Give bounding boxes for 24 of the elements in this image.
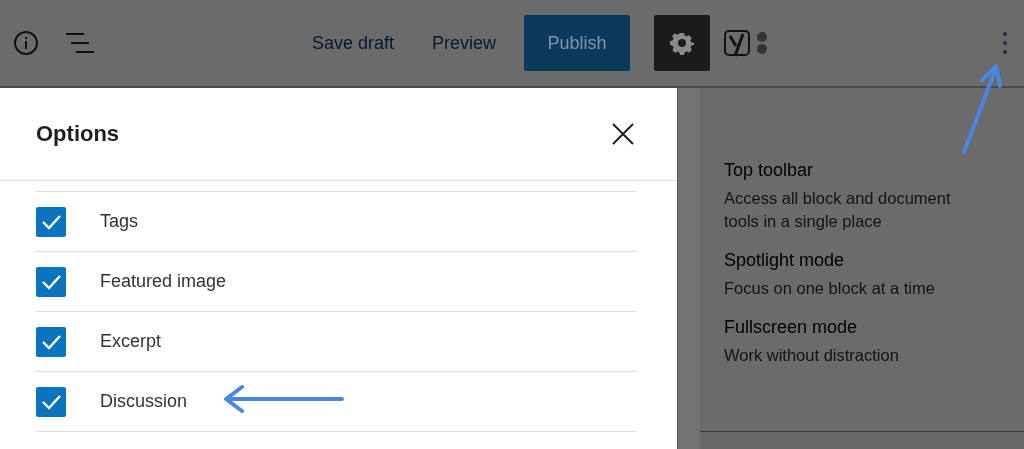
gear-icon <box>670 31 695 55</box>
menu-item[interactable]: Top toolbar <box>724 160 956 181</box>
checkbox[interactable] <box>36 266 66 297</box>
toolbar-link[interactable]: Preview <box>432 32 497 54</box>
list-view-icon[interactable] <box>66 32 94 54</box>
checkbox[interactable] <box>36 326 66 357</box>
close-icon[interactable] <box>611 122 635 146</box>
dialog-title: Options <box>36 121 120 147</box>
option-label[interactable]: Featured image <box>100 271 227 292</box>
menu-item-description: Work without distraction <box>724 345 900 366</box>
toolbar-link[interactable]: Save draft <box>312 32 395 54</box>
checkbox[interactable] <box>36 206 66 237</box>
publish-button[interactable]: Publish <box>524 15 631 71</box>
more-options-icon[interactable] <box>1002 31 1008 55</box>
option-label[interactable]: Tags <box>100 211 139 232</box>
info-icon[interactable] <box>12 29 40 57</box>
menu-item[interactable]: Fullscreen mode <box>724 317 956 338</box>
menu-item-description: Access all block and document tools in a single place <box>724 188 952 232</box>
option-label[interactable]: Discussion <box>100 391 188 412</box>
option-label[interactable]: Excerpt <box>100 331 162 352</box>
menu-item[interactable]: Spotlight mode <box>724 250 956 271</box>
menu-item-description: Focus on one block at a time <box>724 278 936 299</box>
settings-button[interactable] <box>654 15 711 71</box>
checkbox[interactable] <box>36 386 66 417</box>
